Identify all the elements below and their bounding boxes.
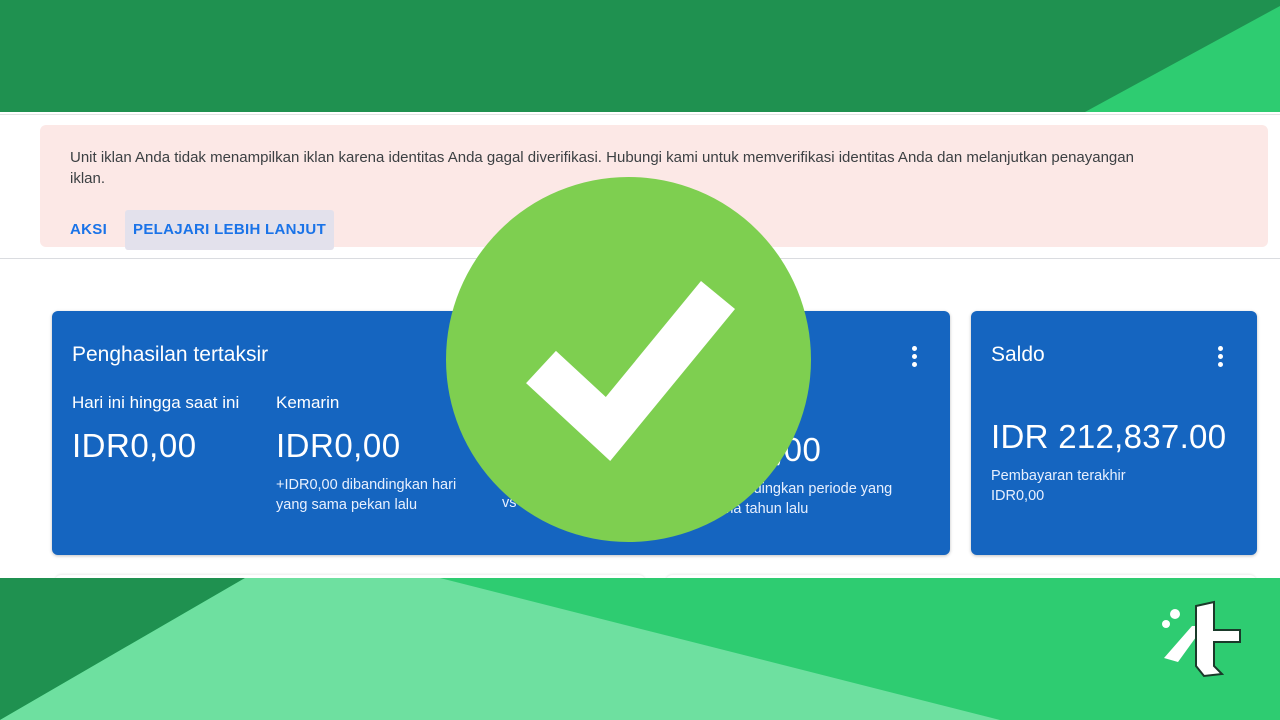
estimated-earnings-title: Penghasilan tertaksir	[72, 343, 269, 366]
top-border	[0, 114, 1280, 115]
last-payment: Pembayaran terakhir IDR0,00	[991, 466, 1126, 506]
earnings-col-today: Hari ini hingga saat ini IDR0,00	[72, 393, 272, 475]
action-button[interactable]: AKSI	[62, 210, 115, 250]
balance-card: Saldo IDR 212,837.00 Pembayaran terakhir…	[971, 311, 1257, 555]
alert-actions: AKSI PELAJARI LEBIH LANJUT	[62, 210, 335, 250]
bottom-decorative-band	[0, 578, 1280, 720]
more-vert-icon[interactable]	[912, 346, 918, 368]
col-sub: +IDR0,00 dibandingkan hari yang sama pek…	[276, 477, 457, 513]
last-payment-value: IDR0,00	[991, 488, 1045, 504]
last-payment-label: Pembayaran terakhir	[991, 468, 1126, 484]
check-circle-icon	[446, 177, 811, 542]
top-decorative-band	[0, 0, 1280, 112]
brand-logo-icon	[1162, 600, 1241, 678]
balance-value: IDR 212,837.00	[991, 418, 1227, 455]
col-label: Hari ini hingga saat ini	[72, 393, 240, 412]
balance-title: Saldo	[991, 343, 1045, 366]
learn-more-button[interactable]: PELAJARI LEBIH LANJUT	[125, 210, 335, 250]
col-value: IDR0,00	[72, 427, 197, 464]
more-vert-icon[interactable]	[1218, 346, 1224, 368]
